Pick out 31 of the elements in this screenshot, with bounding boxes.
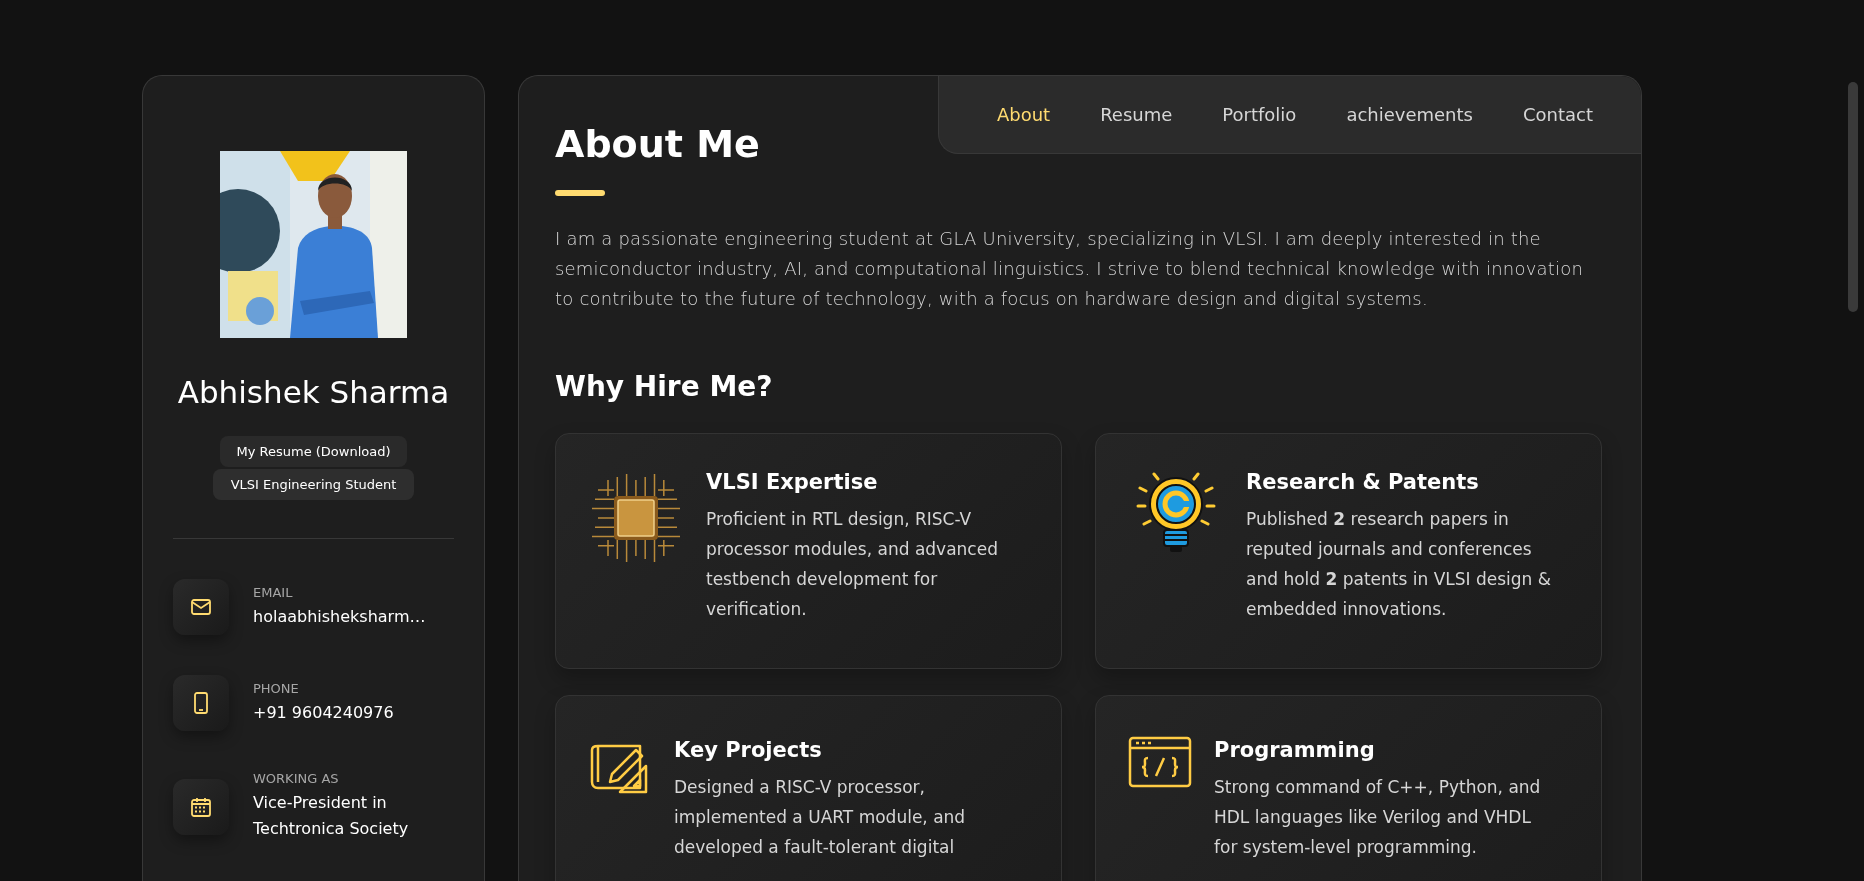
card-title: Programming xyxy=(1214,738,1376,762)
card-title: VLSI Expertise xyxy=(706,470,879,494)
mail-icon xyxy=(191,599,211,615)
card-text: Strong command of C++, Python, and HDL languages like Verilog and VHDL for system-level programming. xyxy=(1214,776,1542,859)
nav-link[interactable]: Resume xyxy=(1100,104,1173,125)
contact-label: EMAIL xyxy=(253,584,294,600)
title-badge: VLSI Engineering Student xyxy=(212,469,415,500)
about-paragraph: I am a passionate engineering student at GLA University, specializing in VLSI. I am deeply interested in the semiconductor industry, AI, and computational linguistics. I strive to blend technical knowledge with innovation to contribute to the future of technology, with a focus on hardware design and digital systems. xyxy=(555,227,1585,311)
resume-download-button[interactable]: My Resume (Download) xyxy=(220,436,407,467)
code-window-icon xyxy=(1128,736,1192,788)
nav-link[interactable]: Contact xyxy=(1522,104,1593,125)
section-title: About Me xyxy=(555,122,761,166)
contact-label: PHONE xyxy=(253,680,300,696)
profile-name: Abhishek Sharma xyxy=(176,374,451,410)
nav-link[interactable]: Portfolio xyxy=(1222,104,1297,125)
calendar-icon xyxy=(191,796,211,817)
nav-link[interactable]: achievements xyxy=(1346,104,1473,125)
contact-value: +91 9604240976 xyxy=(253,701,395,724)
card-text: Published 2 research papers in reputed journals and conferences and hold 2 patents in VLSI design & embedded innovations. xyxy=(1246,508,1553,621)
title-underline xyxy=(555,190,605,196)
contact-value: holaabhisheksharm… xyxy=(253,605,425,628)
card-text: Proficient in RTL design, RISC-V processor modules, and advanced testbench development for verification. xyxy=(706,508,999,621)
card-title: Research & Patents xyxy=(1246,470,1480,494)
nav-link[interactable]: About xyxy=(996,104,1051,125)
card-text: Designed a RISC-V processor, implemented a UART module, and developed a fault-tolerant digital xyxy=(674,776,967,859)
phone-icon xyxy=(194,692,208,714)
scrollbar-thumb[interactable] xyxy=(1848,82,1858,312)
card-title: Key Projects xyxy=(674,738,823,762)
contact-value: Vice-President in Techtronica Society xyxy=(253,792,410,840)
section-heading: Why Hire Me? xyxy=(555,370,774,403)
contact-label: WORKING AS xyxy=(253,771,340,786)
